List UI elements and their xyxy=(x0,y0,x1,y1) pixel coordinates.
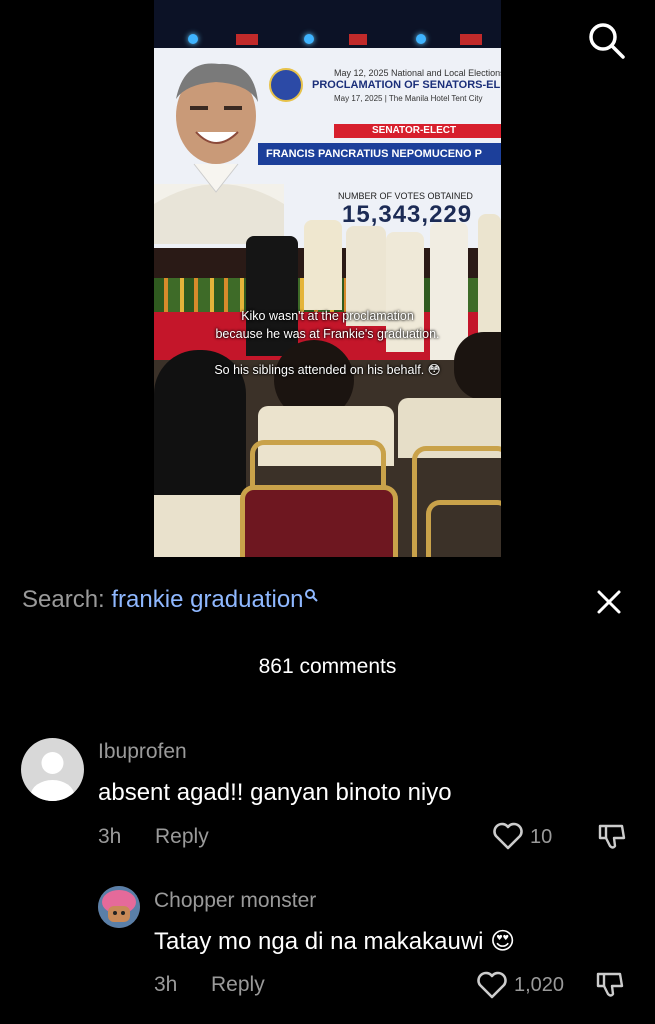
comment-username[interactable]: Chopper monster xyxy=(154,889,316,913)
heart-icon xyxy=(477,971,507,999)
stage-light xyxy=(188,34,198,44)
avatar[interactable] xyxy=(21,738,84,801)
close-button[interactable] xyxy=(596,589,622,615)
search-icon-button[interactable] xyxy=(586,20,626,60)
heart-icon xyxy=(493,822,523,850)
comelec-seal xyxy=(269,68,303,102)
stage-sign xyxy=(236,34,258,45)
chair xyxy=(426,500,501,557)
video-caption-line: So his siblings attended on his behalf. … xyxy=(214,363,441,377)
comment-text: Tatay mo nga di na makakauwi 😍 xyxy=(154,928,516,955)
comment-text: absent agad!! ganyan binoto niyo xyxy=(98,779,452,806)
like-count: 10 xyxy=(530,826,553,848)
stage-sign xyxy=(349,34,367,45)
like-count: 1,020 xyxy=(514,974,565,996)
search-suggestion[interactable]: Search: frankie graduation xyxy=(22,586,318,614)
stage-light xyxy=(304,34,314,44)
person-on-stage xyxy=(304,220,342,310)
like-button[interactable] xyxy=(476,969,508,1001)
video-caption-line: Kiko wasn't at the proclamation xyxy=(241,309,414,323)
like-button[interactable] xyxy=(492,820,524,852)
event-title: PROCLAMATION OF SENATORS-ELE xyxy=(312,79,501,91)
led-screen: May 12, 2025 National and Local Election… xyxy=(154,48,501,248)
avatar[interactable] xyxy=(98,886,140,928)
search-prefix: Search: xyxy=(22,586,105,613)
video-player[interactable]: May 12, 2025 National and Local Election… xyxy=(154,0,501,557)
event-venue-line: May 17, 2025 | The Manila Hotel Tent Cit… xyxy=(334,94,483,103)
event-date-line: May 12, 2025 National and Local Election… xyxy=(334,68,501,78)
chopper-avatar-icon xyxy=(98,886,140,928)
comment-username[interactable]: Ibuprofen xyxy=(98,740,187,764)
stage-ceiling xyxy=(154,0,501,48)
reply-button[interactable]: Reply xyxy=(155,825,209,849)
stage-light xyxy=(416,34,426,44)
senator-name: FRANCIS PANCRATIUS NEPOMUCENO P xyxy=(258,143,501,165)
dislike-button[interactable] xyxy=(596,820,628,852)
reply-button[interactable]: Reply xyxy=(211,973,265,997)
comment-time: 3h xyxy=(154,973,178,996)
senator-elect-label: SENATOR-ELECT xyxy=(334,124,501,138)
chair xyxy=(240,485,398,557)
search-icon xyxy=(589,23,625,59)
close-icon xyxy=(597,590,621,614)
thumbs-down-icon xyxy=(596,972,624,997)
video-caption-line: because he was at Frankie's graduation. xyxy=(215,327,440,341)
comments-count: 861 comments xyxy=(258,655,397,678)
votes-label: NUMBER OF VOTES OBTAINED xyxy=(338,191,473,201)
search-query-link[interactable]: frankie graduation xyxy=(111,586,303,613)
search-icon xyxy=(304,589,318,602)
comment-time: 3h xyxy=(98,825,122,848)
dislike-button[interactable] xyxy=(594,968,626,1000)
stage-sign xyxy=(460,34,482,45)
default-avatar-icon xyxy=(30,752,75,801)
thumbs-down-icon xyxy=(598,824,626,849)
